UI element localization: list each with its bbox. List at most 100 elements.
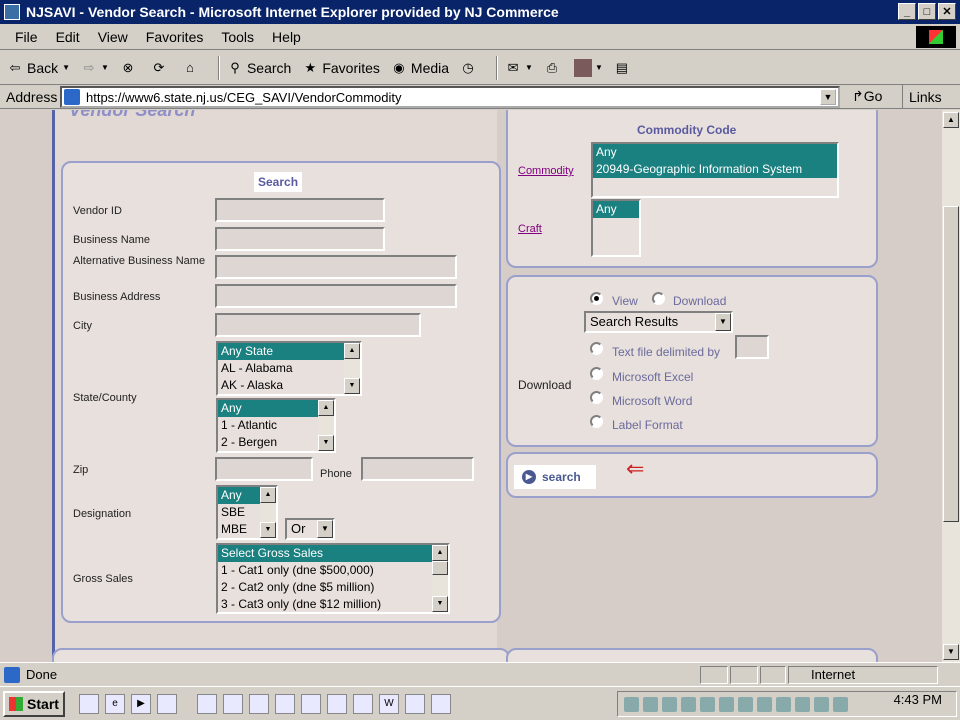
forward-dropdown-icon[interactable]: ▼ <box>101 63 109 72</box>
list-option[interactable]: 20949-Geographic Information System <box>593 160 837 178</box>
word-radio[interactable] <box>590 391 603 404</box>
scroll-down-icon[interactable]: ▼ <box>432 596 448 612</box>
scroll-down-icon[interactable]: ▼ <box>260 522 276 538</box>
back-button[interactable]: ⇦ Back ▼ <box>6 59 71 77</box>
menu-help[interactable]: Help <box>263 29 310 45</box>
outlook-icon[interactable] <box>157 693 177 714</box>
listbox-scrollbar[interactable]: ▲ ▼ <box>432 545 448 612</box>
page-scrollbar[interactable]: ▲ ▼ <box>942 110 960 662</box>
close-button[interactable]: ✕ <box>938 3 956 20</box>
text-file-radio[interactable] <box>590 342 603 355</box>
label-format-radio[interactable] <box>590 415 603 428</box>
taskbar-window-icon[interactable] <box>223 693 243 714</box>
tray-icon[interactable] <box>776 696 791 712</box>
media-button[interactable]: ◉ Media <box>390 59 449 77</box>
business-name-input[interactable] <box>215 227 385 251</box>
zip-input[interactable] <box>215 457 313 481</box>
scroll-up-icon[interactable]: ▲ <box>432 545 448 561</box>
results-select[interactable]: Search Results ▼ <box>584 311 733 333</box>
listbox-scroll-thumb[interactable] <box>432 561 448 575</box>
city-input[interactable] <box>215 313 421 337</box>
taskbar-window-icon[interactable] <box>327 693 347 714</box>
craft-link[interactable]: Craft <box>518 223 542 235</box>
vendor-id-input[interactable] <box>215 198 385 222</box>
menu-file[interactable]: File <box>6 29 47 45</box>
desktop-icon[interactable] <box>79 693 99 714</box>
chevron-down-icon[interactable]: ▼ <box>317 520 333 538</box>
address-input[interactable]: https://www6.state.nj.us/CEG_SAVI/Vendor… <box>60 86 840 108</box>
download-radio[interactable] <box>652 292 665 305</box>
tray-icon[interactable] <box>700 696 715 712</box>
menu-view[interactable]: View <box>89 29 137 45</box>
home-button[interactable]: ⌂ <box>181 59 202 77</box>
county-listbox[interactable]: Any 1 - Atlantic 2 - Bergen ▲ ▼ <box>216 398 336 453</box>
scroll-up-icon[interactable]: ▲ <box>260 487 276 503</box>
phone-input[interactable] <box>361 457 474 481</box>
speaker-icon[interactable] <box>643 696 658 712</box>
chevron-down-icon[interactable]: ▼ <box>715 313 731 331</box>
gross-sales-listbox[interactable]: Select Gross Sales 1 - Cat1 only (dne $5… <box>216 543 450 614</box>
go-button[interactable]: ↱Go <box>852 88 882 105</box>
commodity-link[interactable]: Commodity <box>518 165 574 177</box>
mail-button[interactable]: ✉ ▼ <box>504 59 533 77</box>
taskbar-window-icon[interactable] <box>197 693 217 714</box>
tray-icon[interactable] <box>833 696 848 712</box>
page-scroll-thumb[interactable] <box>943 206 959 522</box>
designation-operator-select[interactable]: Or ▼ <box>285 518 335 540</box>
list-option[interactable]: 3 - Cat3 only (dne $12 million) <box>218 596 448 612</box>
list-option[interactable]: Any <box>593 144 837 160</box>
print-button[interactable]: ⎙ <box>543 59 564 77</box>
view-radio[interactable] <box>590 292 603 305</box>
list-option[interactable]: 1 - Cat1 only (dne $500,000) <box>218 562 448 579</box>
clock[interactable]: 4:43 PM <box>894 692 942 707</box>
address-dropdown-icon[interactable]: ▼ <box>820 89 836 105</box>
menu-edit[interactable]: Edit <box>47 29 89 45</box>
list-option[interactable]: Select Gross Sales <box>218 545 448 562</box>
taskbar-window-icon[interactable] <box>249 693 269 714</box>
tray-icon[interactable] <box>681 696 696 712</box>
scroll-up-icon[interactable]: ▲ <box>943 112 959 128</box>
maximize-button[interactable]: □ <box>918 3 936 20</box>
excel-radio[interactable] <box>590 367 603 380</box>
stop-button[interactable]: ⊗ <box>119 59 140 77</box>
search-submit-button[interactable]: ▶ search <box>514 465 596 489</box>
list-option[interactable]: 2 - Cat2 only (dne $5 million) <box>218 579 448 596</box>
scroll-down-icon[interactable]: ▼ <box>344 378 360 394</box>
forward-button[interactable]: ⇨ ▼ <box>80 59 109 77</box>
favorites-button[interactable]: ★ Favorites <box>301 59 380 77</box>
state-listbox[interactable]: Any State AL - Alabama AK - Alaska ▲ ▼ <box>216 341 362 396</box>
mail-dropdown-icon[interactable]: ▼ <box>525 63 533 72</box>
listbox-scrollbar[interactable]: ▲ ▼ <box>344 343 360 394</box>
scroll-up-icon[interactable]: ▲ <box>344 343 360 359</box>
search-button[interactable]: ⚲ Search <box>226 59 291 77</box>
list-option[interactable]: AK - Alaska <box>218 377 360 394</box>
tray-icon[interactable] <box>662 696 677 712</box>
list-option[interactable]: Any State <box>218 343 360 360</box>
list-option[interactable]: AL - Alabama <box>218 360 360 377</box>
discuss-button[interactable]: ▤ <box>613 59 634 77</box>
list-option[interactable]: Any <box>593 201 639 218</box>
media-player-icon[interactable]: ▶ <box>131 693 151 714</box>
refresh-button[interactable]: ⟳ <box>150 59 171 77</box>
menu-favorites[interactable]: Favorites <box>137 29 213 45</box>
taskbar-window-icon[interactable] <box>431 693 451 714</box>
tray-icon[interactable] <box>738 696 753 712</box>
listbox-scrollbar[interactable]: ▲ ▼ <box>318 400 334 451</box>
scroll-up-icon[interactable]: ▲ <box>318 400 334 416</box>
list-option[interactable]: 2 - Bergen <box>218 434 334 451</box>
tray-icon[interactable] <box>624 696 639 712</box>
taskbar-window-icon[interactable]: W <box>379 693 399 714</box>
back-dropdown-icon[interactable]: ▼ <box>62 63 70 72</box>
business-address-input[interactable] <box>215 284 457 308</box>
edit-dropdown-icon[interactable]: ▼ <box>595 63 603 72</box>
scroll-down-icon[interactable]: ▼ <box>318 435 334 451</box>
edit-button[interactable]: ▼ <box>573 58 603 77</box>
minimize-button[interactable]: _ <box>898 3 916 20</box>
scroll-down-icon[interactable]: ▼ <box>943 644 959 660</box>
commodity-listbox[interactable]: Any 20949-Geographic Information System <box>591 142 839 198</box>
list-option[interactable]: Any <box>218 400 334 417</box>
craft-listbox[interactable]: Any <box>591 199 641 257</box>
designation-listbox[interactable]: Any SBE MBE ▲ ▼ <box>216 485 278 540</box>
menu-tools[interactable]: Tools <box>212 29 263 45</box>
taskbar-window-icon[interactable] <box>301 693 321 714</box>
